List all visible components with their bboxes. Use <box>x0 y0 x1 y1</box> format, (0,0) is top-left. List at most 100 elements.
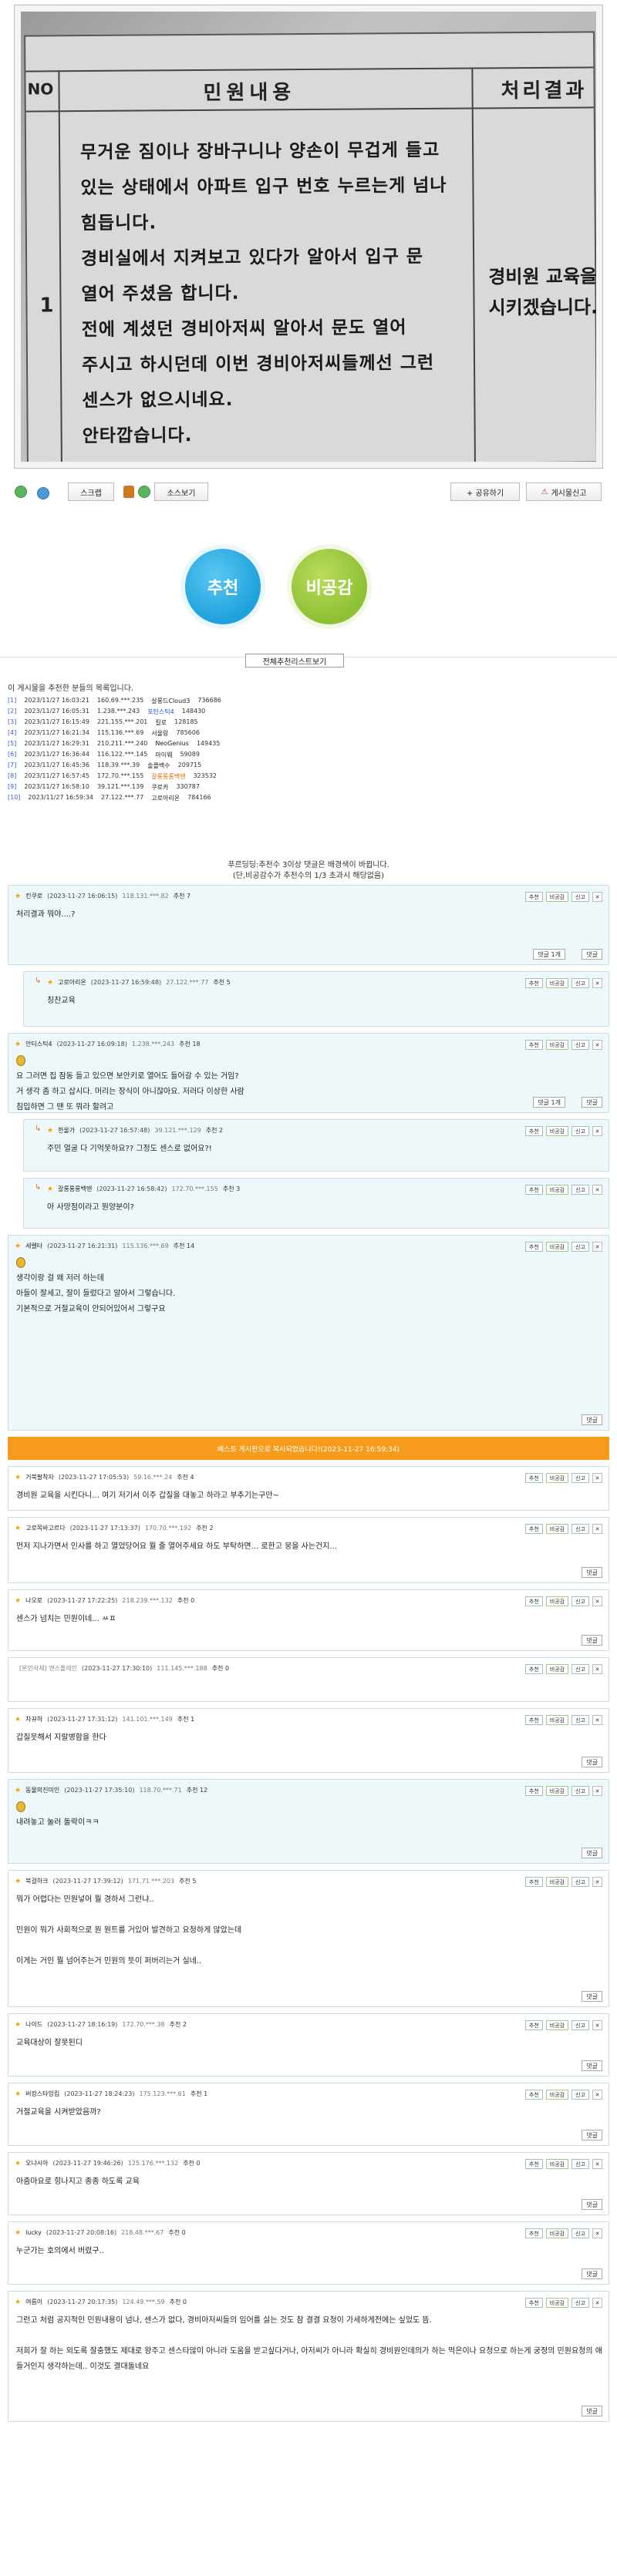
comment-author[interactable]: 고로목바고르다 <box>25 1524 66 1532</box>
comment-recommend-button[interactable]: 추천 <box>524 1185 543 1195</box>
comment-recommend-button[interactable]: 추천 <box>524 1715 543 1725</box>
comment-report-button[interactable]: 신고 <box>571 1877 589 1887</box>
reply-button[interactable]: 댓글 <box>582 1414 602 1425</box>
comment-author[interactable]: 킨쿠로 <box>25 892 42 900</box>
reply-button[interactable]: 댓글 <box>582 1848 602 1858</box>
comment-author[interactable]: 나오로 <box>25 1596 42 1605</box>
recommender-nick[interactable]: 서울랑 <box>151 729 168 740</box>
report-post-button[interactable]: ⚠ 게시물신고 <box>526 483 602 501</box>
comment-report-button[interactable]: 신고 <box>571 1473 589 1483</box>
reply-count-toggle[interactable]: 댓글 1개 <box>533 1097 565 1108</box>
comment-recommend-button[interactable]: 추천 <box>524 2228 543 2238</box>
comment-delete-button[interactable]: ✕ <box>592 1185 602 1195</box>
comment-dislike-button[interactable]: 비공감 <box>545 978 569 988</box>
comment-report-button[interactable]: 신고 <box>571 1040 589 1050</box>
comment-delete-button[interactable]: ✕ <box>592 1596 602 1606</box>
share-button[interactable]: + 공유하기 <box>450 483 520 501</box>
reply-button[interactable]: 댓글 <box>582 2199 602 2210</box>
comment-dislike-button[interactable]: 비공감 <box>545 1664 569 1674</box>
comment-delete-button[interactable]: ✕ <box>592 1877 602 1887</box>
comment-report-button[interactable]: 신고 <box>571 892 589 902</box>
reply-count-toggle[interactable]: 댓글 1개 <box>533 949 565 960</box>
comment-report-button[interactable]: 신고 <box>571 1715 589 1725</box>
recommender-nick[interactable]: 솔플백수 <box>147 762 170 772</box>
comment-recommend-button[interactable]: 추천 <box>524 2159 543 2169</box>
reply-button[interactable]: 댓글 <box>582 1635 602 1646</box>
source-view-button[interactable]: 소스보기 <box>154 483 208 501</box>
recommender-nick[interactable]: 마이웨 <box>155 751 172 762</box>
comment-recommend-button[interactable]: 추천 <box>524 892 543 902</box>
comment-dislike-button[interactable]: 비공감 <box>545 2228 569 2238</box>
comment-report-button[interactable]: 신고 <box>571 1242 589 1252</box>
comment-report-button[interactable]: 신고 <box>571 2090 589 2100</box>
reply-button[interactable]: 댓글 <box>582 2060 602 2071</box>
comment-report-button[interactable]: 신고 <box>571 1786 589 1796</box>
comment-recommend-button[interactable]: 추천 <box>524 2020 543 2030</box>
comment-delete-button[interactable]: ✕ <box>592 1040 602 1050</box>
comment-delete-button[interactable]: ✕ <box>592 978 602 988</box>
comment-author[interactable]: 동물의진미인 <box>25 1786 59 1794</box>
comment-author[interactable]: 갈롱롱롱백땐 <box>58 1185 92 1193</box>
comment-delete-button[interactable]: ✕ <box>592 892 602 902</box>
comment-recommend-button[interactable]: 추천 <box>524 1596 543 1606</box>
recommender-nick[interactable]: 살롱드Cloud3 <box>151 697 190 708</box>
comment-author[interactable]: 북걸하크 <box>25 1877 48 1885</box>
reply-button[interactable]: 댓글 <box>582 1757 602 1767</box>
comment-dislike-button[interactable]: 비공감 <box>545 1786 569 1796</box>
comment-author[interactable]: 여름이 <box>25 2298 42 2306</box>
comment-author[interactable]: 거북팔착자 <box>25 1473 54 1481</box>
recommender-nick[interactable]: 고로아리온 <box>151 794 180 805</box>
comment-dislike-button[interactable]: 비공감 <box>545 2090 569 2100</box>
comment-delete-button[interactable]: ✕ <box>592 1786 602 1796</box>
comment-recommend-button[interactable]: 추천 <box>524 978 543 988</box>
view-all-recommenders-button[interactable]: 전체추천리스트보기 <box>245 654 344 668</box>
recommender-nick[interactable]: 갈롱롱롱백땐 <box>151 772 185 783</box>
comment-report-button[interactable]: 신고 <box>571 2020 589 2030</box>
comment-report-button[interactable]: 신고 <box>571 2159 589 2169</box>
comment-delete-button[interactable]: ✕ <box>592 2228 602 2238</box>
comment-author[interactable]: 고로아리온 <box>58 978 86 987</box>
recommender-nick[interactable]: NeoGenius <box>155 740 188 751</box>
comment-author[interactable]: 버킹스타잉킴 <box>25 2090 59 2098</box>
comment-dislike-button[interactable]: 비공감 <box>545 2298 569 2308</box>
comment-report-button[interactable]: 신고 <box>571 1126 589 1136</box>
comment-dislike-button[interactable]: 비공감 <box>545 1126 569 1136</box>
comment-recommend-button[interactable]: 추천 <box>524 2090 543 2100</box>
reply-button[interactable]: 댓글 <box>582 2406 602 2416</box>
comment-dislike-button[interactable]: 비공감 <box>545 1877 569 1887</box>
comment-author[interactable]: 오냐시아 <box>25 2159 48 2167</box>
comment-delete-button[interactable]: ✕ <box>592 2159 602 2169</box>
comment-recommend-button[interactable]: 추천 <box>524 1786 543 1796</box>
scrap-button[interactable]: 스크랩 <box>68 483 114 501</box>
comment-dislike-button[interactable]: 비공감 <box>545 1524 569 1534</box>
comment-dislike-button[interactable]: 비공감 <box>545 1715 569 1725</box>
comment-dislike-button[interactable]: 비공감 <box>545 1185 569 1195</box>
comment-delete-button[interactable]: ✕ <box>592 1715 602 1725</box>
comment-author[interactable]: 세렐타 <box>25 1242 42 1250</box>
comment-author[interactable]: 안티스틱4 <box>25 1040 52 1048</box>
comment-dislike-button[interactable]: 비공감 <box>545 1242 569 1252</box>
comment-dislike-button[interactable]: 비공감 <box>545 892 569 902</box>
reply-button[interactable]: 댓글 <box>582 2130 602 2141</box>
comment-dislike-button[interactable]: 비공감 <box>545 2159 569 2169</box>
comment-report-button[interactable]: 신고 <box>571 1185 589 1195</box>
recommender-nick[interactable]: 킬로 <box>155 718 167 729</box>
recommend-button[interactable]: 추천 <box>185 549 261 624</box>
comment-delete-button[interactable]: ✕ <box>592 2090 602 2100</box>
comment-author[interactable]: 나이드 <box>25 2020 42 2029</box>
recommender-nick[interactable]: 쿠로카 <box>151 783 168 794</box>
comment-recommend-button[interactable]: 추천 <box>524 1877 543 1887</box>
comment-delete-button[interactable]: ✕ <box>592 2020 602 2030</box>
comment-dislike-button[interactable]: 비공감 <box>545 1473 569 1483</box>
reply-button[interactable]: 댓글 <box>582 1567 602 1578</box>
reply-button[interactable]: 댓글 <box>582 2268 602 2279</box>
comment-delete-button[interactable]: ✕ <box>592 1473 602 1483</box>
dislike-button[interactable]: 비공감 <box>292 549 367 624</box>
comment-dislike-button[interactable]: 비공감 <box>545 1596 569 1606</box>
comment-report-button[interactable]: 신고 <box>571 1596 589 1606</box>
comment-recommend-button[interactable]: 추천 <box>524 1664 543 1674</box>
comment-recommend-button[interactable]: 추천 <box>524 1242 543 1252</box>
comment-recommend-button[interactable]: 추천 <box>524 1040 543 1050</box>
recommender-nick[interactable]: 포틴스틱4 <box>147 708 174 718</box>
comment-author[interactable]: 한울가 <box>58 1126 75 1135</box>
